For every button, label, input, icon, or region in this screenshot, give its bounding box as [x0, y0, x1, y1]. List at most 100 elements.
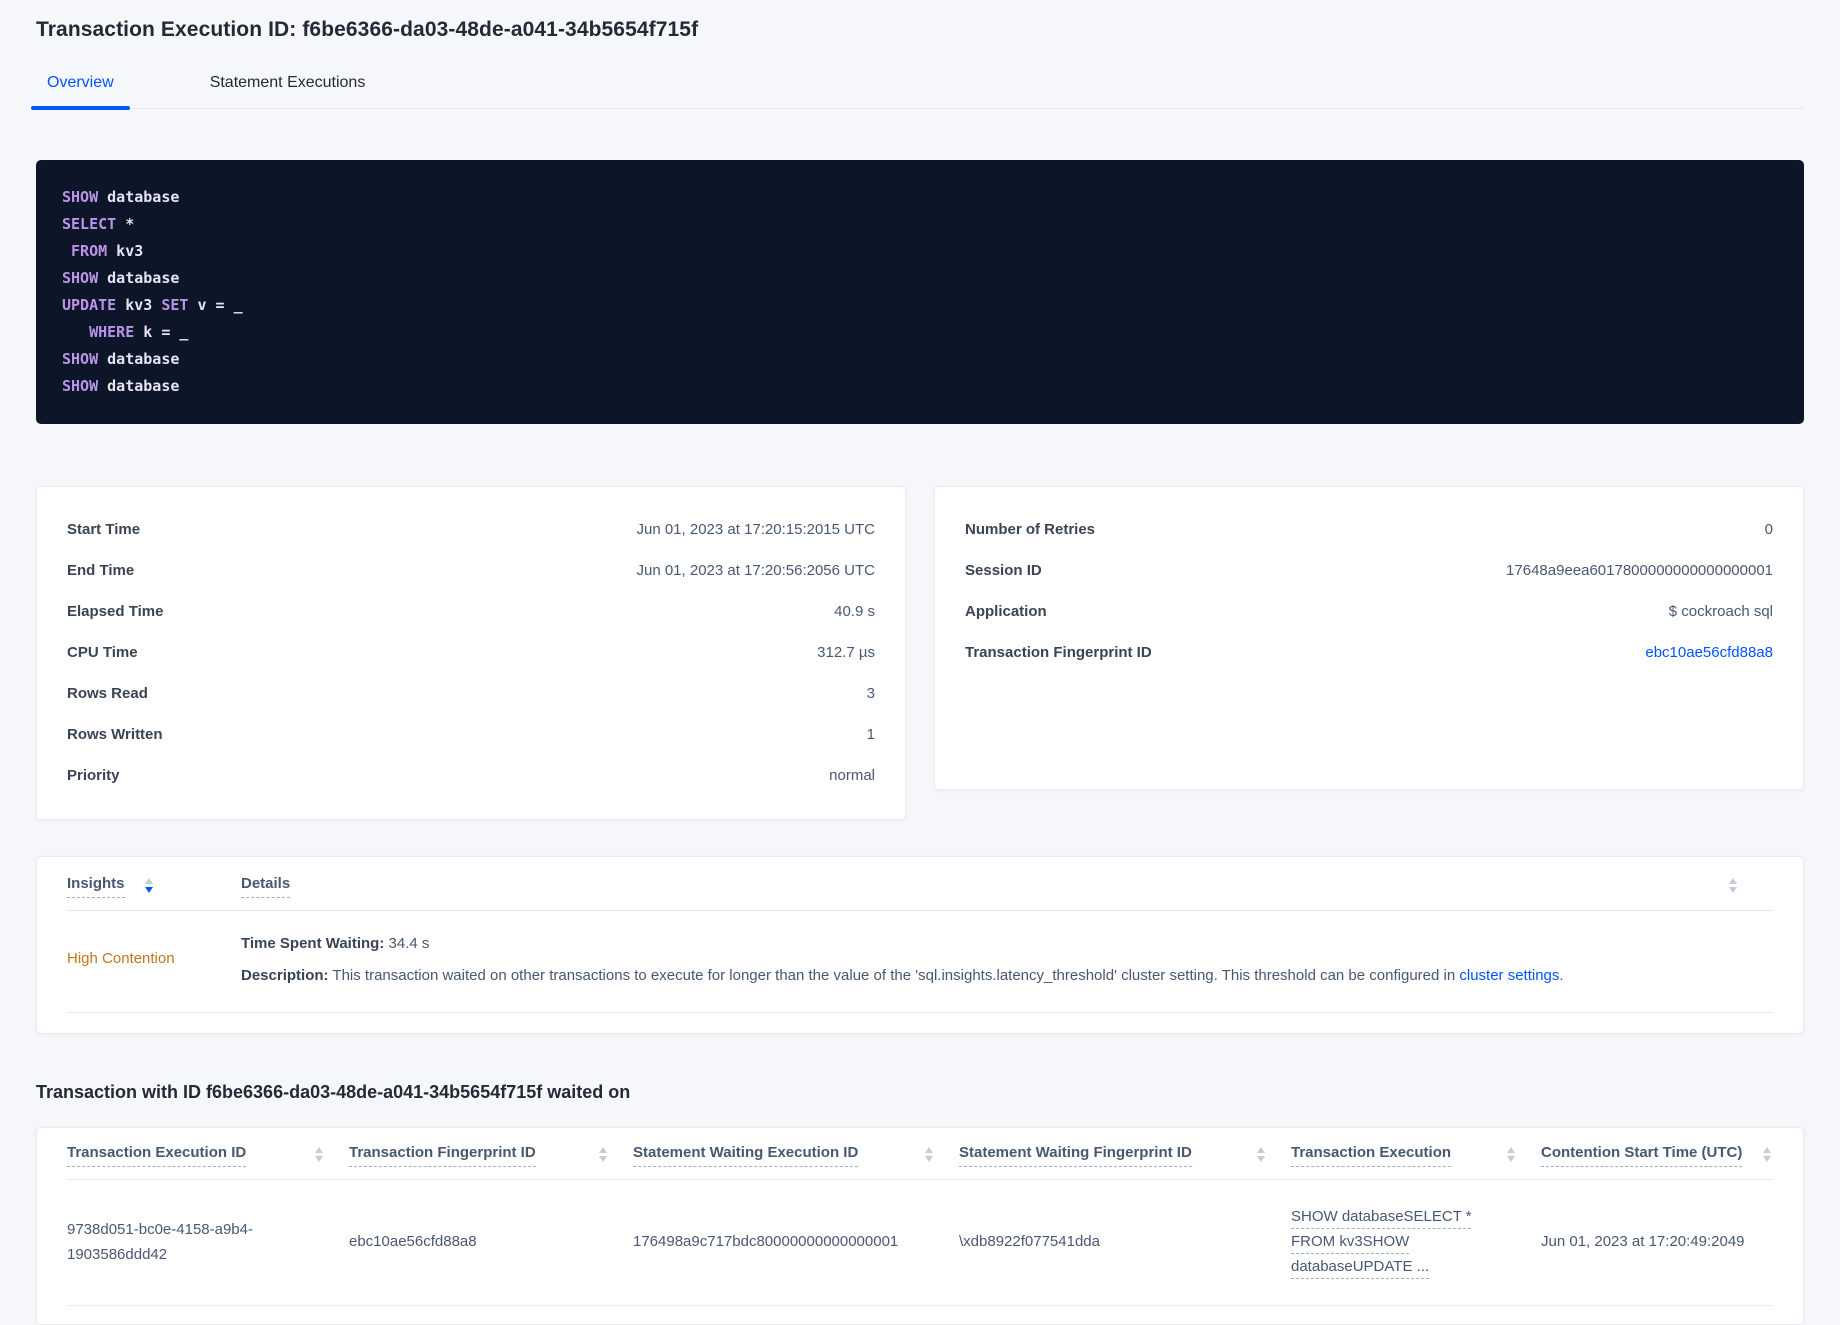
- time-spent-waiting-value: 34.4 s: [384, 935, 430, 952]
- waited-on-table-header: Transaction Execution ID Transaction Fin…: [67, 1144, 1773, 1180]
- details-sort-header[interactable]: Details: [241, 875, 291, 898]
- transaction-fingerprint-id-link[interactable]: ebc10ae56cfd88a8: [1645, 644, 1773, 661]
- insights-column-header: Insights: [67, 875, 241, 898]
- tab-statement-executions[interactable]: Statement Executions: [194, 68, 382, 108]
- sort-asc-icon: [1507, 1147, 1515, 1153]
- sort-arrows-icon[interactable]: [1763, 1147, 1771, 1162]
- sql-line: SHOW database: [62, 188, 180, 206]
- stat-row-application: Application $ cockroach sql: [965, 591, 1773, 632]
- stat-value: 1: [866, 726, 875, 743]
- stat-value: 312.7 µs: [817, 644, 875, 661]
- sort-asc-icon: [599, 1147, 607, 1153]
- stat-row-elapsed-time: Elapsed Time 40.9 s: [67, 591, 875, 632]
- transaction-details-page: Transaction Execution ID: f6be6366-da03-…: [0, 0, 1840, 1325]
- waited-on-heading: Transaction with ID f6be6366-da03-48de-a…: [36, 1082, 631, 1102]
- stat-value: Jun 01, 2023 at 17:20:15:2015 UTC: [636, 521, 875, 538]
- stat-value: 3: [866, 685, 875, 702]
- tab-bar: Overview Statement Executions: [31, 68, 1804, 110]
- sort-desc-icon: [1729, 887, 1737, 893]
- cell-transaction-fingerprint-id: ebc10ae56cfd88a8: [349, 1233, 477, 1250]
- tab-overview-label: Overview: [47, 74, 114, 91]
- sql-line: SELECT *: [62, 215, 135, 233]
- insight-row: High Contention Time Spent Waiting: 34.4…: [67, 911, 1773, 1013]
- sort-arrows-icon[interactable]: [1729, 878, 1737, 893]
- stat-label: Priority: [67, 767, 120, 784]
- sort-header[interactable]: Transaction Execution ID: [67, 1144, 247, 1167]
- summary-cards-row: Start Time Jun 01, 2023 at 17:20:15:2015…: [36, 486, 1804, 820]
- sql-line: UPDATE kv3 SET v = _: [62, 296, 243, 314]
- sort-asc-icon: [144, 878, 153, 884]
- stat-row-transaction-fingerprint-id: Transaction Fingerprint ID ebc10ae56cfd8…: [965, 632, 1773, 673]
- stat-row-priority: Priority normal: [67, 755, 875, 796]
- stat-label: Transaction Fingerprint ID: [965, 644, 1152, 661]
- sort-arrows-icon[interactable]: [1257, 1147, 1265, 1162]
- table-row: 9738d051-bc0e-4158-a9b4-1903586ddd42 ebc…: [67, 1180, 1773, 1306]
- stat-label: Session ID: [965, 562, 1042, 579]
- stat-label: Rows Written: [67, 726, 163, 743]
- insights-table: Insights Details High Contention Time Sp…: [36, 856, 1804, 1034]
- column-header-transaction-fingerprint-id: Transaction Fingerprint ID: [349, 1144, 633, 1167]
- sort-desc-icon: [315, 1156, 323, 1162]
- cell-transaction-execution-id: 9738d051-bc0e-4158-a9b4-1903586ddd42: [67, 1220, 253, 1263]
- time-spent-waiting-label: Time Spent Waiting:: [241, 935, 385, 952]
- description-suffix: .: [1559, 967, 1564, 984]
- sql-line: SHOW database: [62, 377, 180, 395]
- stat-label: Start Time: [67, 521, 141, 538]
- cell-statement-waiting-fingerprint-id: \xdb8922f077541dda: [959, 1233, 1100, 1250]
- stat-row-rows-written: Rows Written 1: [67, 714, 875, 755]
- stat-value: $ cockroach sql: [1668, 603, 1773, 620]
- stat-label: Rows Read: [67, 685, 148, 702]
- sort-desc-icon: [1257, 1156, 1265, 1162]
- tab-statement-executions-label: Statement Executions: [209, 74, 366, 91]
- column-header-contention-start-time: Contention Start Time (UTC): [1541, 1144, 1773, 1167]
- stat-row-start-time: Start Time Jun 01, 2023 at 17:20:15:2015…: [67, 509, 875, 550]
- sort-header[interactable]: Statement Waiting Fingerprint ID: [959, 1144, 1192, 1167]
- sort-asc-icon: [315, 1147, 323, 1153]
- tab-overview[interactable]: Overview: [31, 68, 130, 110]
- sort-header[interactable]: Transaction Fingerprint ID: [349, 1144, 536, 1167]
- sort-arrows-icon[interactable]: [315, 1147, 323, 1162]
- column-header-transaction-execution: Transaction Execution: [1291, 1144, 1541, 1167]
- sort-asc-icon: [1257, 1147, 1265, 1153]
- cell-transaction-execution: SHOW databaseSELECT * FROM kv3SHOW datab…: [1291, 1204, 1541, 1279]
- cluster-settings-link[interactable]: cluster settings: [1459, 967, 1559, 984]
- stat-row-session-id: Session ID 17648a9eea6017800000000000000…: [965, 550, 1773, 591]
- page-title: Transaction Execution ID: f6be6366-da03-…: [36, 18, 699, 41]
- sort-desc-icon: [144, 887, 153, 893]
- sort-header[interactable]: Statement Waiting Execution ID: [633, 1144, 859, 1167]
- transaction-execution-statement-link[interactable]: SHOW databaseSELECT * FROM kv3SHOW datab…: [1291, 1208, 1472, 1275]
- cell-contention-start-time: Jun 01, 2023 at 17:20:49:2049: [1541, 1233, 1745, 1250]
- description-label: Description:: [241, 967, 329, 984]
- stat-value: 0: [1764, 521, 1773, 538]
- description-line: Description: This transaction waited on …: [241, 965, 1773, 986]
- sort-header[interactable]: Contention Start Time (UTC): [1541, 1144, 1743, 1167]
- sort-header[interactable]: Transaction Execution: [1291, 1144, 1452, 1167]
- sort-desc-icon: [599, 1156, 607, 1162]
- sql-statements-box: SHOW database SELECT * FROM kv3 SHOW datab…: [36, 160, 1804, 424]
- sort-arrows-icon[interactable]: [144, 878, 153, 893]
- stat-value: normal: [829, 767, 875, 784]
- sort-desc-icon: [1763, 1156, 1771, 1162]
- sort-arrows-icon[interactable]: [599, 1147, 607, 1162]
- stat-label: End Time: [67, 562, 135, 579]
- sql-line: FROM kv3: [71, 242, 144, 260]
- cell-statement-waiting-execution-id: 176498a9c717bdc80000000000000001: [633, 1233, 899, 1250]
- time-spent-waiting-line: Time Spent Waiting: 34.4 s: [241, 933, 1773, 954]
- sql-line: SHOW database: [62, 269, 180, 287]
- sort-arrows-icon[interactable]: [925, 1147, 933, 1162]
- stat-row-rows-read: Rows Read 3: [67, 673, 875, 714]
- description-text: This transaction waited on other transac…: [328, 967, 1460, 984]
- stat-value: 40.9 s: [834, 603, 875, 620]
- insights-sort-header[interactable]: Insights: [67, 875, 125, 898]
- stat-row-cpu-time: CPU Time 312.7 µs: [67, 632, 875, 673]
- insights-table-header: Insights Details: [67, 875, 1773, 911]
- sort-arrows-icon[interactable]: [1507, 1147, 1515, 1162]
- sort-desc-icon: [1507, 1156, 1515, 1162]
- sort-asc-icon: [925, 1147, 933, 1153]
- sort-asc-icon: [1763, 1147, 1771, 1153]
- transaction-meta-card: Number of Retries 0 Session ID 17648a9ee…: [934, 486, 1804, 790]
- stat-label: CPU Time: [67, 644, 138, 661]
- insight-type-label: High Contention: [67, 950, 175, 967]
- sql-line: SHOW database: [62, 350, 180, 368]
- waited-on-table: Transaction Execution ID Transaction Fin…: [36, 1127, 1804, 1325]
